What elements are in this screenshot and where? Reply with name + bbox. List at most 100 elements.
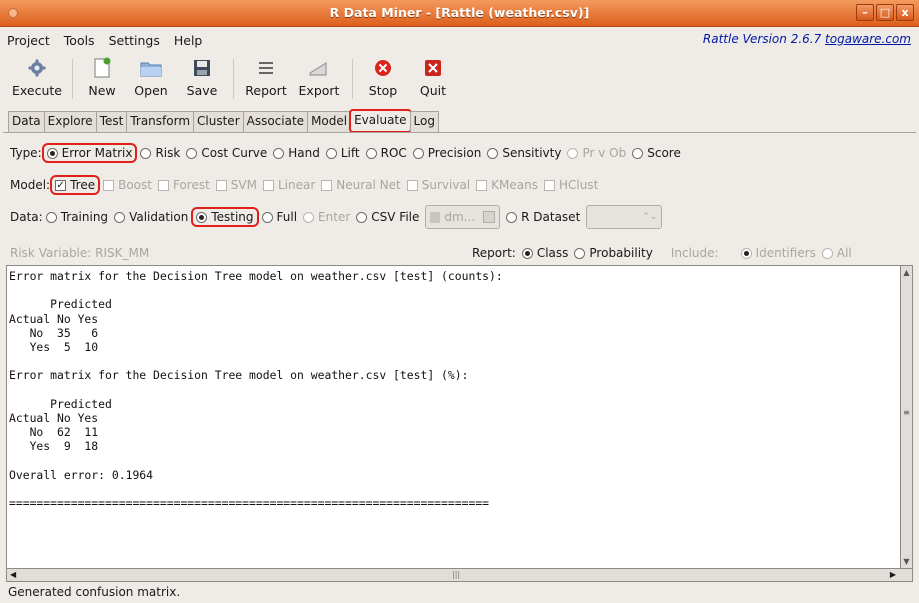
report-button[interactable]: Report [240,53,292,105]
tab-evaluate[interactable]: Evaluate [349,109,412,133]
report-label: Report [245,83,287,98]
report-label: Report: [472,246,516,260]
menu-settings[interactable]: Settings [102,33,167,48]
scroll-down-icon[interactable]: ▼ [901,555,912,568]
open-button[interactable]: Open [125,53,177,105]
scroll-grip-icon[interactable]: ≡ [901,406,912,419]
radio-csv-file[interactable]: CSV File [356,210,419,224]
quit-button[interactable]: Quit [407,53,459,105]
radio-sensitivity[interactable]: Sensitivty [487,146,561,160]
tab-data[interactable]: Data [8,111,45,132]
tab-test[interactable]: Test [95,111,128,132]
model-label: Model: [10,178,51,192]
radio-roc[interactable]: ROC [365,146,407,160]
checkbox-tree[interactable]: ✓ Tree [50,175,101,195]
new-label: New [88,83,116,98]
radio-r-dataset[interactable]: R Dataset [506,210,580,224]
checkbox-neural-net[interactable]: Neural Net [321,178,401,192]
report-icon [254,57,278,79]
risk-variable-label: Risk Variable: RISK_MM [10,246,150,260]
include-label: Include: [670,246,719,260]
checkbox-hclust[interactable]: HClust [543,178,598,192]
type-row: Type: Error Matrix Risk Cost Curve Hand … [10,143,687,163]
radio-testing[interactable]: Testing [191,207,259,227]
checkbox-linear[interactable]: Linear [262,178,315,192]
checkbox-survival[interactable]: Survival [406,178,470,192]
csv-file-chooser[interactable]: dm... [425,205,501,229]
stop-label: Stop [368,83,398,98]
tab-transform[interactable]: Transform [126,111,195,132]
vertical-scrollbar[interactable]: ▲ ≡ ▼ [900,265,913,569]
folder-open-icon [139,57,163,79]
tab-log[interactable]: Log [409,111,439,132]
type-label: Type: [10,146,42,160]
data-label: Data: [10,210,43,224]
data-row: Data: Training Validation Testing Full E… [10,204,663,230]
minimize-button[interactable]: – [856,4,874,21]
radio-class[interactable]: Class [521,246,568,260]
checkbox-boost[interactable]: Boost [103,178,152,192]
output-text: Error matrix for the Decision Tree model… [9,269,503,511]
status-bar: Generated confusion matrix. [8,585,181,599]
scroll-right-icon[interactable]: ▶ [890,569,896,581]
togaware-link[interactable]: togaware.com [825,32,911,46]
close-button[interactable]: x [896,4,914,21]
version-info: Rattle Version 2.6.7 togaware.com [703,32,911,46]
radio-risk[interactable]: Risk [140,146,180,160]
floppy-disk-icon [190,57,214,79]
radio-lift[interactable]: Lift [325,146,360,160]
toolbar-separator [352,59,353,99]
menu-bar: Project Tools Settings Help Rattle Versi… [0,27,919,53]
radio-validation[interactable]: Validation [114,210,188,224]
maximize-button[interactable]: □ [876,4,894,21]
checkbox-kmeans[interactable]: KMeans [476,178,538,192]
new-button[interactable]: New [79,53,125,105]
radio-identifiers[interactable]: Identifiers [740,246,816,260]
combo-arrow-icon: ⌃⌄ [642,212,658,222]
radio-error-matrix[interactable]: Error Matrix [41,143,138,163]
scroll-hgrip-icon[interactable]: ||| [452,569,460,581]
r-dataset-combo[interactable]: ⌃⌄ [586,205,663,229]
horizontal-scrollbar[interactable]: ◀ ||| ▶ [6,569,913,582]
file-doc-icon [430,211,441,223]
execute-button[interactable]: Execute [8,53,66,105]
version-text: Rattle Version 2.6.7 [702,32,826,46]
gears-icon [25,57,49,79]
window-title: R Data Miner - [Rattle (weather.csv)] [329,5,590,20]
radio-hand[interactable]: Hand [273,146,320,160]
quit-label: Quit [419,83,447,98]
file-chooser-value: dm... [444,210,476,224]
title-bar: R Data Miner - [Rattle (weather.csv)] – … [0,0,919,27]
export-button[interactable]: Export [292,53,346,105]
menu-project[interactable]: Project [0,33,57,48]
tab-model[interactable]: Model [307,111,352,132]
save-button[interactable]: Save [177,53,227,105]
radio-all[interactable]: All [821,246,852,260]
file-open-icon [483,211,496,223]
tab-cluster[interactable]: Cluster [193,111,244,132]
save-label: Save [186,83,218,98]
radio-training[interactable]: Training [45,210,108,224]
quit-icon [421,57,445,79]
radio-cost-curve[interactable]: Cost Curve [186,146,267,160]
scroll-left-icon[interactable]: ◀ [10,569,16,581]
menu-tools[interactable]: Tools [57,33,102,48]
checkbox-forest[interactable]: Forest [157,178,210,192]
menu-help[interactable]: Help [167,33,210,48]
execute-label: Execute [12,83,62,98]
stop-button[interactable]: Stop [359,53,407,105]
tab-explore[interactable]: Explore [43,111,97,132]
radio-probability[interactable]: Probability [574,246,653,260]
radio-precision[interactable]: Precision [412,146,481,160]
tab-associate[interactable]: Associate [242,111,309,132]
radio-full[interactable]: Full [261,210,297,224]
output-textview[interactable]: Error matrix for the Decision Tree model… [6,265,906,569]
tab-divider [3,132,916,133]
scroll-up-icon[interactable]: ▲ [901,266,912,279]
radio-enter[interactable]: Enter [303,210,350,224]
radio-score[interactable]: Score [632,146,681,160]
toolbar-separator [72,59,73,99]
radio-pr-v-ob[interactable]: Pr v Ob [567,146,626,160]
checkbox-svm[interactable]: SVM [215,178,257,192]
stop-icon [371,57,395,79]
